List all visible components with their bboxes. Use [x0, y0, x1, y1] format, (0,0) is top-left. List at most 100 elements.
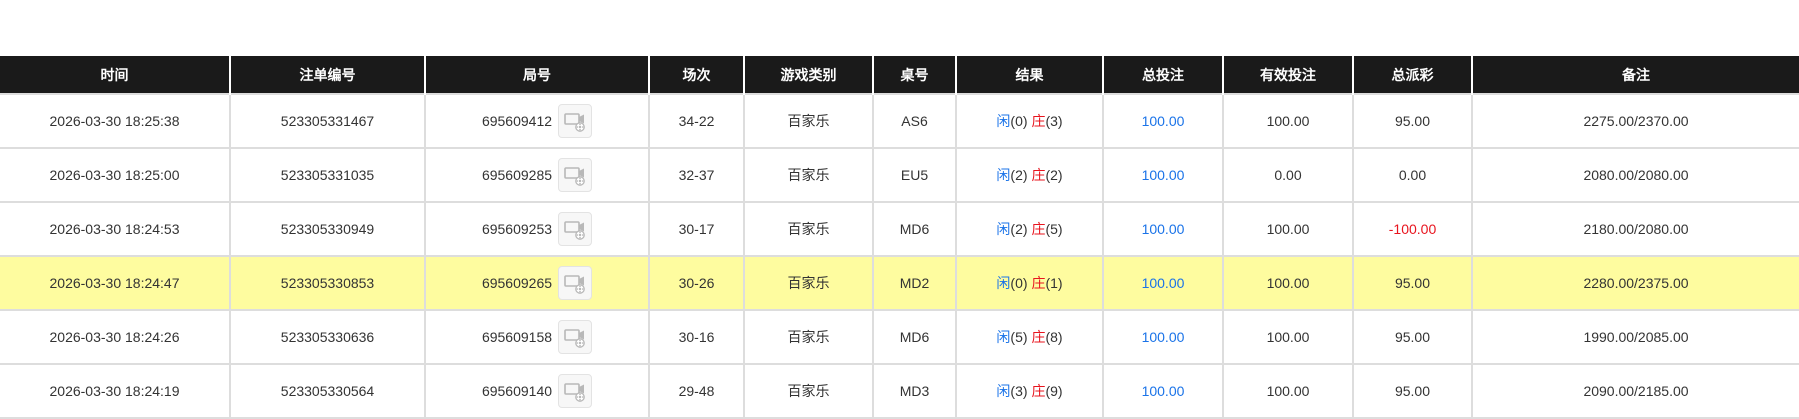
result-player-score: (0) [1010, 275, 1028, 291]
result-banker-label: 庄 [1031, 167, 1046, 183]
cell-shoe: 30-16 [648, 309, 745, 365]
video-replay-icon[interactable] [558, 104, 593, 138]
cell-game-type: 百家乐 [743, 201, 874, 257]
bet-history-table: 时间 注单编号 局号 场次 游戏类别 桌号 结果 总投注 有效投注 总派彩 备注… [0, 56, 1799, 419]
cell-result: 闲(0) 庄(1) [955, 255, 1104, 311]
table-row: 2026-03-30 18:24:19 523305330564 6956091… [0, 363, 1799, 419]
result-player-score: (5) [1010, 329, 1028, 345]
cell-note: 2280.00/2375.00 [1471, 255, 1799, 311]
result-banker-score: (8) [1045, 329, 1063, 345]
cell-bet-id: 523305331035 [229, 147, 426, 203]
cell-valid-bet: 100.00 [1222, 93, 1354, 149]
cell-valid-bet: 100.00 [1222, 309, 1354, 365]
cell-total-bet[interactable]: 100.00 [1102, 255, 1224, 311]
video-replay-icon[interactable] [558, 158, 593, 192]
result-banker-label: 庄 [1031, 383, 1046, 399]
header-note: 备注 [1471, 56, 1799, 94]
result-banker-label: 庄 [1031, 221, 1046, 237]
cell-total-bet[interactable]: 100.00 [1102, 93, 1224, 149]
cell-round: 695609265 [424, 255, 650, 311]
cell-payout: 95.00 [1352, 363, 1473, 419]
result-player-label: 闲 [996, 113, 1011, 129]
video-replay-icon[interactable] [558, 320, 593, 354]
video-replay-icon[interactable] [558, 374, 593, 408]
cell-shoe: 30-26 [648, 255, 745, 311]
result-banker-score: (5) [1045, 221, 1063, 237]
cell-total-bet[interactable]: 100.00 [1102, 363, 1224, 419]
cell-payout: 95.00 [1352, 255, 1473, 311]
video-replay-icon[interactable] [558, 266, 593, 300]
table-row: 2026-03-30 18:24:47 523305330853 6956092… [0, 255, 1799, 311]
table-row: 2026-03-30 18:25:38 523305331467 6956094… [0, 93, 1799, 149]
cell-time: 2026-03-30 18:24:19 [0, 363, 231, 419]
cell-table-no: EU5 [872, 147, 957, 203]
cell-result: 闲(2) 庄(2) [955, 147, 1104, 203]
cell-shoe: 34-22 [648, 93, 745, 149]
cell-table-no: MD6 [872, 201, 957, 257]
header-time: 时间 [0, 56, 231, 94]
bet-history-table-container: 时间 注单编号 局号 场次 游戏类别 桌号 结果 总投注 有效投注 总派彩 备注… [0, 56, 1799, 419]
cell-table-no: MD2 [872, 255, 957, 311]
cell-round: 695609285 [424, 147, 650, 203]
cell-bet-id: 523305330949 [229, 201, 426, 257]
result-player-label: 闲 [996, 221, 1011, 237]
header-game-type: 游戏类别 [743, 56, 874, 94]
cell-payout: 0.00 [1352, 147, 1473, 203]
header-shoe: 场次 [648, 56, 745, 94]
cell-bet-id: 523305331467 [229, 93, 426, 149]
result-player-label: 闲 [996, 167, 1011, 183]
cell-shoe: 32-37 [648, 147, 745, 203]
result-player-label: 闲 [996, 383, 1011, 399]
cell-time: 2026-03-30 18:25:38 [0, 93, 231, 149]
cell-valid-bet: 100.00 [1222, 255, 1354, 311]
round-number: 695609253 [481, 221, 553, 237]
cell-total-bet[interactable]: 100.00 [1102, 201, 1224, 257]
result-banker-label: 庄 [1031, 329, 1046, 345]
result-banker-label: 庄 [1031, 275, 1046, 291]
table-row: 2026-03-30 18:24:53 523305330949 6956092… [0, 201, 1799, 257]
round-number: 695609265 [481, 275, 553, 291]
cell-payout: -100.00 [1352, 201, 1473, 257]
cell-time: 2026-03-30 18:25:00 [0, 147, 231, 203]
cell-payout: 95.00 [1352, 93, 1473, 149]
header-total-bet: 总投注 [1102, 56, 1224, 94]
table-header-row: 时间 注单编号 局号 场次 游戏类别 桌号 结果 总投注 有效投注 总派彩 备注 [0, 56, 1799, 94]
table-row: 2026-03-30 18:24:26 523305330636 6956091… [0, 309, 1799, 365]
cell-bet-id: 523305330564 [229, 363, 426, 419]
result-player-label: 闲 [996, 329, 1011, 345]
cell-note: 2180.00/2080.00 [1471, 201, 1799, 257]
header-valid-bet: 有效投注 [1222, 56, 1354, 94]
cell-result: 闲(0) 庄(3) [955, 93, 1104, 149]
cell-game-type: 百家乐 [743, 147, 874, 203]
cell-game-type: 百家乐 [743, 93, 874, 149]
result-banker-label: 庄 [1031, 113, 1046, 129]
result-player-score: (2) [1010, 167, 1028, 183]
cell-table-no: MD6 [872, 309, 957, 365]
result-player-score: (0) [1010, 113, 1028, 129]
result-banker-score: (3) [1045, 113, 1063, 129]
result-player-score: (2) [1010, 221, 1028, 237]
cell-payout: 95.00 [1352, 309, 1473, 365]
cell-note: 1990.00/2085.00 [1471, 309, 1799, 365]
result-banker-score: (9) [1045, 383, 1063, 399]
cell-round: 695609412 [424, 93, 650, 149]
cell-game-type: 百家乐 [743, 309, 874, 365]
cell-note: 2275.00/2370.00 [1471, 93, 1799, 149]
cell-total-bet[interactable]: 100.00 [1102, 309, 1224, 365]
video-replay-icon[interactable] [558, 212, 593, 246]
cell-table-no: AS6 [872, 93, 957, 149]
header-payout: 总派彩 [1352, 56, 1473, 94]
result-banker-score: (1) [1045, 275, 1063, 291]
header-result: 结果 [955, 56, 1104, 94]
cell-valid-bet: 0.00 [1222, 147, 1354, 203]
cell-result: 闲(3) 庄(9) [955, 363, 1104, 419]
cell-round: 695609140 [424, 363, 650, 419]
cell-table-no: MD3 [872, 363, 957, 419]
round-number: 695609140 [481, 383, 553, 399]
result-player-label: 闲 [996, 275, 1011, 291]
cell-time: 2026-03-30 18:24:53 [0, 201, 231, 257]
cell-total-bet[interactable]: 100.00 [1102, 147, 1224, 203]
result-player-score: (3) [1010, 383, 1028, 399]
cell-shoe: 29-48 [648, 363, 745, 419]
result-banker-score: (2) [1045, 167, 1063, 183]
